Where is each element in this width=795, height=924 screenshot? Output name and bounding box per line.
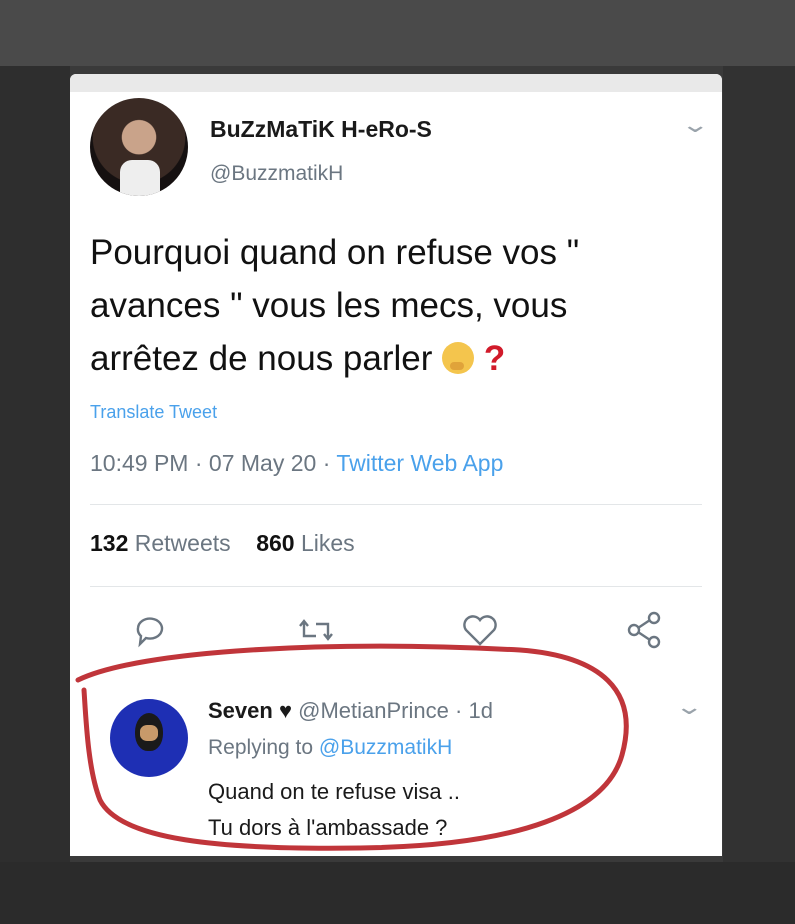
- translate-tweet-link[interactable]: Translate Tweet: [90, 402, 217, 423]
- author-avatar[interactable]: [90, 98, 188, 196]
- reply-header: Seven ♥ @MetianPrince · 1d: [208, 698, 493, 723]
- tweet-text-line: Pourquoi quand on refuse vos ": [90, 233, 580, 272]
- status-bar: [70, 74, 722, 92]
- tweet-stats: 132 Retweets 860 Likes: [90, 530, 355, 557]
- tweet-time: 10:49 PM: [90, 450, 189, 476]
- tweet-text: Pourquoi quand on refuse vos " avances "…: [90, 226, 690, 385]
- divider: [90, 586, 702, 587]
- reply-text: Quand on te refuse visa .. Tu dors à l'a…: [208, 774, 460, 846]
- reply-menu-chevron-icon[interactable]: ⌄: [674, 694, 704, 720]
- thinking-face-icon: [442, 342, 475, 374]
- reply-text-line: Quand on te refuse visa ..: [208, 779, 460, 804]
- replying-to: Replying to @BuzzmatikH: [208, 736, 452, 760]
- retweet-icon[interactable]: [296, 610, 336, 650]
- tweet-menu-chevron-icon[interactable]: ⌄: [680, 112, 710, 138]
- author-handle[interactable]: @BuzzmatikH: [210, 162, 343, 186]
- photo-border-left: [0, 66, 70, 866]
- tweet-text-line: avances " vous les mecs, vous: [90, 286, 568, 325]
- reply-age: 1d: [468, 698, 493, 723]
- retweets-count[interactable]: 132: [90, 530, 128, 556]
- reply-text-line: Tu dors à l'ambassade ?: [208, 815, 448, 840]
- likes-label[interactable]: Likes: [301, 530, 355, 556]
- replying-to-prefix: Replying to: [208, 736, 314, 759]
- photo-border-top: [0, 0, 795, 66]
- tweet-source-link[interactable]: Twitter Web App: [336, 450, 503, 476]
- black-heart-icon: ♥: [278, 698, 293, 723]
- divider: [90, 504, 702, 505]
- author-display-name[interactable]: BuZzMaTiK H-eRo-S: [210, 116, 432, 143]
- tweet-metadata: 10:49 PM · 07 May 20 · Twitter Web App: [90, 450, 504, 476]
- share-icon[interactable]: [624, 610, 664, 650]
- tweet-actions-bar: [70, 610, 722, 650]
- reply-display-name[interactable]: Seven: [208, 698, 273, 723]
- tweet-text-line: arrêtez de nous parler ?: [90, 339, 506, 378]
- retweets-label[interactable]: Retweets: [135, 530, 231, 556]
- reply-handle[interactable]: @MetianPrince: [298, 698, 449, 723]
- tweet-date: 07 May 20: [208, 450, 317, 476]
- like-icon[interactable]: [460, 610, 500, 650]
- reply-icon[interactable]: [130, 610, 170, 650]
- question-mark: ?: [483, 339, 506, 378]
- reply-author-avatar[interactable]: [110, 699, 188, 777]
- photo-border-right: [723, 66, 795, 866]
- photo-border-bottom: [0, 862, 795, 924]
- likes-count[interactable]: 860: [256, 530, 294, 556]
- replying-to-mention[interactable]: @BuzzmatikH: [319, 736, 452, 759]
- tweet-card: BuZzMaTiK H-eRo-S @BuzzmatikH ⌄ Pourquoi…: [70, 74, 722, 856]
